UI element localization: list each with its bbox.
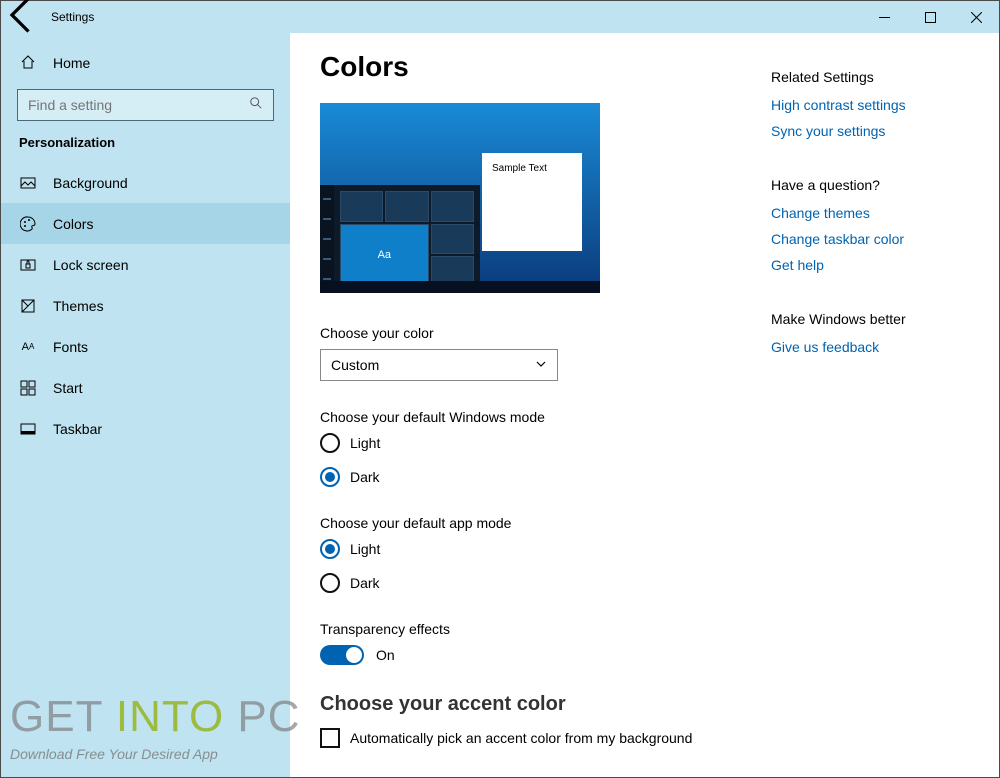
sidebar-item-themes[interactable]: Themes <box>1 285 290 326</box>
arrow-left-icon <box>1 0 45 37</box>
section-title: Personalization <box>1 135 290 162</box>
link-high-contrast[interactable]: High contrast settings <box>771 97 979 113</box>
toggle-state: On <box>376 647 395 663</box>
window-title: Settings <box>45 10 94 24</box>
windows-mode-dark[interactable]: Dark <box>320 467 741 487</box>
checkbox-label: Automatically pick an accent color from … <box>350 730 692 746</box>
app-mode-dark[interactable]: Dark <box>320 573 741 593</box>
choose-color-label: Choose your color <box>320 325 741 341</box>
radio-label: Light <box>350 435 380 451</box>
search-field[interactable] <box>28 97 249 113</box>
radio-icon <box>320 433 340 453</box>
link-change-themes[interactable]: Change themes <box>771 205 979 221</box>
right-rail: Related Settings High contrast settings … <box>771 33 999 777</box>
minimize-icon <box>879 12 890 23</box>
home-label: Home <box>53 55 90 71</box>
taskbar-icon <box>19 421 37 437</box>
accent-auto-checkbox[interactable]: Automatically pick an accent color from … <box>320 728 741 748</box>
maximize-icon <box>925 12 936 23</box>
radio-icon-selected <box>320 539 340 559</box>
picture-icon <box>19 175 37 191</box>
settings-window: Settings Home <box>0 0 1000 778</box>
fonts-icon: AA <box>19 341 37 353</box>
sidebar-item-background[interactable]: Background <box>1 162 290 203</box>
app-mode-light[interactable]: Light <box>320 539 741 559</box>
question-heading: Have a question? <box>771 177 979 193</box>
radio-label: Light <box>350 541 380 557</box>
chevron-down-icon <box>535 357 547 373</box>
sidebar-item-lock-screen[interactable]: Lock screen <box>1 244 290 285</box>
sidebar: Home Personalization Background C <box>1 33 290 777</box>
close-icon <box>971 12 982 23</box>
app-mode-label: Choose your default app mode <box>320 515 741 531</box>
link-sync-settings[interactable]: Sync your settings <box>771 123 979 139</box>
transparency-label: Transparency effects <box>320 621 741 637</box>
preview-start-menu: Aa <box>320 185 480 293</box>
sample-text: Sample Text <box>492 163 547 174</box>
color-preview: Sample Text Aa <box>320 103 600 293</box>
radio-label: Dark <box>350 575 380 591</box>
preview-accent-tile: Aa <box>340 224 429 287</box>
sidebar-item-label: Lock screen <box>53 257 128 273</box>
radio-label: Dark <box>350 469 380 485</box>
transparency-toggle[interactable] <box>320 645 364 665</box>
radio-icon <box>320 573 340 593</box>
minimize-button[interactable] <box>861 1 907 33</box>
sidebar-item-label: Taskbar <box>53 421 102 437</box>
better-heading: Make Windows better <box>771 311 979 327</box>
content: Colors Sample Text Aa <box>290 33 771 777</box>
titlebar: Settings <box>1 1 999 33</box>
home-nav[interactable]: Home <box>1 45 290 81</box>
sidebar-item-colors[interactable]: Colors <box>1 203 290 244</box>
sidebar-item-label: Start <box>53 380 83 396</box>
radio-icon-selected <box>320 467 340 487</box>
windows-mode-label: Choose your default Windows mode <box>320 409 741 425</box>
search-icon <box>249 96 263 115</box>
lock-screen-icon <box>19 257 37 273</box>
preview-sample-window: Sample Text <box>482 153 582 251</box>
windows-mode-light[interactable]: Light <box>320 433 741 453</box>
sidebar-item-label: Colors <box>53 216 93 232</box>
close-button[interactable] <box>953 1 999 33</box>
nav-list: Background Colors Lock screen Themes AA … <box>1 162 290 449</box>
home-icon <box>19 54 37 73</box>
preview-taskbar <box>320 281 600 293</box>
start-icon <box>19 380 37 396</box>
link-change-taskbar-color[interactable]: Change taskbar color <box>771 231 979 247</box>
main-area: Colors Sample Text Aa <box>290 33 999 777</box>
link-get-help[interactable]: Get help <box>771 257 979 273</box>
sidebar-item-start[interactable]: Start <box>1 367 290 408</box>
link-feedback[interactable]: Give us feedback <box>771 339 979 355</box>
page-title: Colors <box>320 51 741 83</box>
dropdown-selected: Custom <box>331 357 379 373</box>
themes-icon <box>19 298 37 314</box>
sidebar-item-label: Themes <box>53 298 104 314</box>
search-input[interactable] <box>17 89 274 121</box>
checkbox-icon <box>320 728 340 748</box>
sidebar-item-label: Background <box>53 175 128 191</box>
maximize-button[interactable] <box>907 1 953 33</box>
sidebar-item-label: Fonts <box>53 339 88 355</box>
sidebar-item-taskbar[interactable]: Taskbar <box>1 408 290 449</box>
color-mode-dropdown[interactable]: Custom <box>320 349 558 381</box>
related-heading: Related Settings <box>771 69 979 85</box>
sidebar-item-fonts[interactable]: AA Fonts <box>1 326 290 367</box>
palette-icon <box>19 216 37 232</box>
accent-heading: Choose your accent color <box>320 693 741 716</box>
